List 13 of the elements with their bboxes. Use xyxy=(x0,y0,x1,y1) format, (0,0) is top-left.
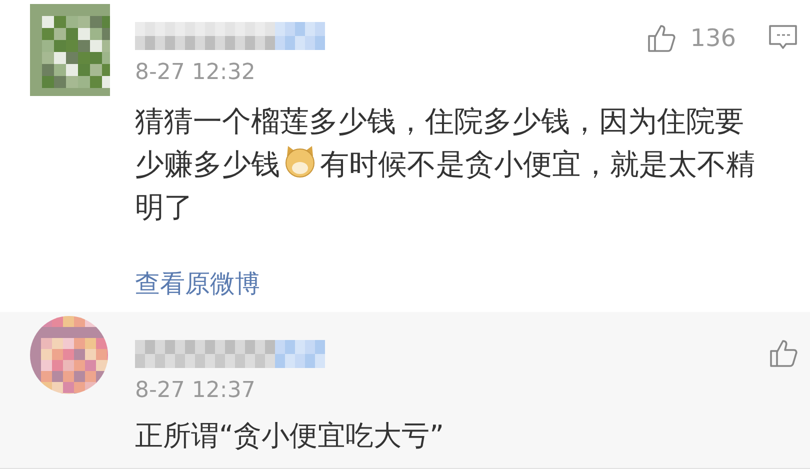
comment-time: 8-27 12:32 xyxy=(135,62,256,84)
comment-text: 明了 xyxy=(135,190,193,224)
like-count: 136 xyxy=(690,23,736,54)
dog-emoji-icon xyxy=(283,144,317,178)
comment-icon[interactable] xyxy=(768,24,798,52)
comment-text: 正所谓“贪小便宜吃大亏” xyxy=(135,419,444,452)
comment-text: 有时候不是贪小便宜，就是太不精 xyxy=(320,147,755,181)
view-original-link[interactable]: 查看原微博 xyxy=(135,265,260,302)
comment-time: 8-27 12:37 xyxy=(135,380,256,402)
thumbs-up-icon[interactable] xyxy=(646,23,676,53)
thumbs-up-icon[interactable] xyxy=(768,338,798,368)
comment-text: 少赚多少钱 xyxy=(135,147,280,181)
comment-text: 猜猜一个榴莲多少钱，住院多少钱，因为住院要 xyxy=(135,104,744,138)
